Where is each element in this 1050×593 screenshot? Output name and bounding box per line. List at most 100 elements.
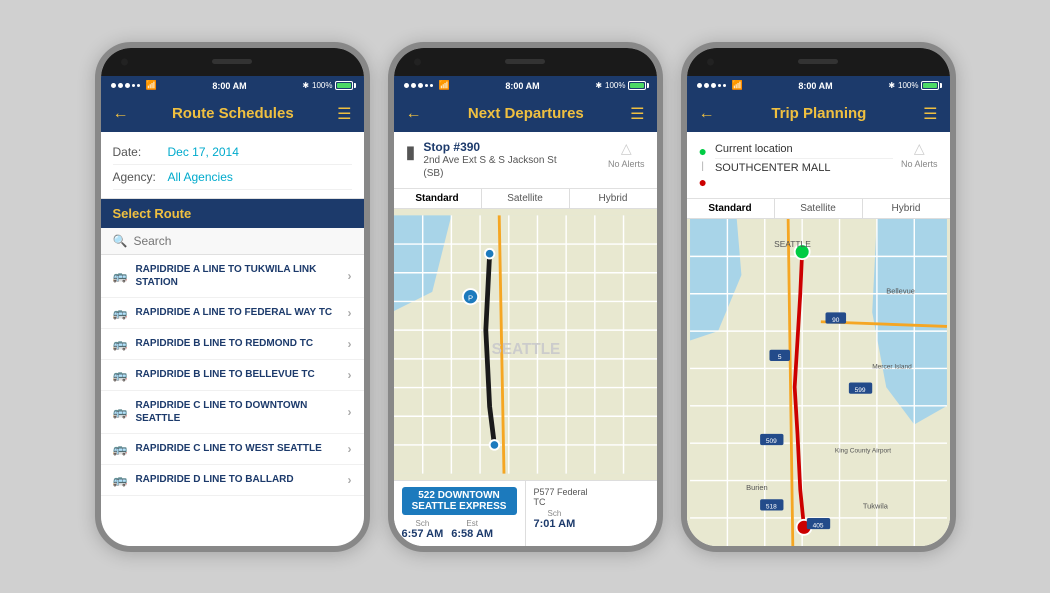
signal-dot: [697, 83, 702, 88]
origin-row[interactable]: Current location: [715, 140, 893, 159]
signal-dots: 📶: [111, 80, 157, 91]
dep-estimated: Est 6:58 AM: [451, 519, 493, 540]
map-tabs-3: Standard Satellite Hybrid: [687, 199, 950, 219]
map-tab-satellite[interactable]: Satellite: [482, 189, 570, 208]
route-text: RAPIDRIDE A LINE TO TUKWILA LINK STATION: [135, 263, 347, 289]
svg-text:405: 405: [812, 522, 823, 529]
location-pins: ● | ●: [699, 143, 707, 190]
signal-dot: [404, 83, 409, 88]
svg-text:SEATTLE: SEATTLE: [774, 239, 811, 249]
sch-label: Sch: [402, 519, 444, 528]
bluetooth-icon-2: ✱: [595, 81, 602, 90]
camera: [121, 58, 128, 65]
departure-footer: 522 DOWNTOWNSEATTLE EXPRESS Sch 6:57 AM …: [394, 480, 657, 546]
status-bar-3: 📶 8:00 AM ✱ 100%: [687, 76, 950, 96]
form-section: Date: Dec 17, 2014 Agency: All Agencies: [101, 132, 364, 199]
phone-next-departures: 📶 8:00 AM ✱ 100% ← Next Departures ☰ ▮ S…: [388, 42, 663, 552]
chevron-icon: ›: [348, 306, 352, 320]
nav-title-1: Route Schedules: [129, 105, 338, 122]
back-button-3[interactable]: ←: [699, 105, 715, 123]
phone-top-2: [394, 48, 657, 76]
no-alerts-badge-3: △ No Alerts: [901, 140, 938, 169]
list-item[interactable]: 🚌 RAPIDRIDE A LINE TO FEDERAL WAY TC ›: [101, 298, 364, 329]
chevron-icon: ›: [348, 337, 352, 351]
back-button[interactable]: ←: [113, 105, 129, 123]
chevron-icon: ›: [348, 368, 352, 382]
bus-icon: 🚌: [113, 405, 128, 419]
signal-dot: [418, 83, 423, 88]
wifi-icon-2: 📶: [439, 80, 450, 91]
bluetooth-icon-3: ✱: [888, 81, 895, 90]
map-tabs-2: Standard Satellite Hybrid: [394, 189, 657, 209]
menu-button-1[interactable]: ☰: [337, 104, 351, 124]
sch-time: 6:57 AM: [402, 528, 444, 540]
bus-icon: 🚌: [113, 337, 128, 351]
phone-route-schedules: 📶 8:00 AM ✱ 100% ← Route Schedules ☰ Dat…: [95, 42, 370, 552]
svg-text:Tukwila: Tukwila: [862, 501, 888, 510]
map-tab-hybrid-3[interactable]: Hybrid: [863, 199, 950, 218]
list-item[interactable]: 🚌 RAPIDRIDE B LINE TO BELLEVUE TC ›: [101, 360, 364, 391]
bluetooth-icon: ✱: [302, 81, 309, 90]
svg-text:Bellevue: Bellevue: [886, 286, 915, 295]
destination-row[interactable]: SOUTHCENTER MALL: [715, 159, 893, 177]
svg-text:P: P: [467, 293, 472, 302]
sch-label-2: Sch: [534, 509, 576, 518]
nav-bar-2: ← Next Departures ☰: [394, 96, 657, 132]
svg-text:Mercer Island: Mercer Island: [872, 363, 912, 370]
battery-icon: [335, 81, 353, 90]
list-item[interactable]: 🚌 RAPIDRIDE C LINE TO DOWNTOWN SEATTLE ›: [101, 391, 364, 434]
back-button-2[interactable]: ←: [406, 105, 422, 123]
map-display-2[interactable]: SEATTLE P: [394, 209, 657, 480]
route-text: RAPIDRIDE D LINE TO BALLARD: [135, 473, 293, 486]
list-item[interactable]: 🚌 RAPIDRIDE B LINE TO REDMOND TC ›: [101, 329, 364, 360]
agency-label: Agency:: [113, 170, 168, 184]
list-item[interactable]: 🚌 RAPIDRIDE A LINE TO TUKWILA LINK STATI…: [101, 255, 364, 298]
status-time-3: 8:00 AM: [798, 81, 832, 91]
search-input[interactable]: [133, 234, 351, 248]
nav-title-3: Trip Planning: [715, 105, 924, 122]
stop-details: Stop #390 2nd Ave Ext S & S Jackson St(S…: [423, 140, 600, 180]
battery-percent: 100%: [312, 81, 332, 90]
stop-number: Stop #390: [423, 140, 600, 154]
route-text: RAPIDRIDE B LINE TO BELLEVUE TC: [135, 368, 314, 381]
map-display-3[interactable]: SEATTLE Bellevue Mercer Island Burien Ki…: [687, 219, 950, 546]
status-time-2: 8:00 AM: [505, 81, 539, 91]
menu-button-2[interactable]: ☰: [630, 104, 644, 124]
svg-text:518: 518: [765, 503, 776, 510]
map-svg-3: SEATTLE Bellevue Mercer Island Burien Ki…: [687, 219, 950, 546]
date-value[interactable]: Dec 17, 2014: [168, 145, 239, 159]
list-item[interactable]: 🚌 RAPIDRIDE D LINE TO BALLARD ›: [101, 465, 364, 496]
chevron-icon: ›: [348, 473, 352, 487]
map-tab-standard[interactable]: Standard: [394, 189, 482, 208]
dep-times-1: Sch 6:57 AM Est 6:58 AM: [402, 519, 517, 540]
battery-percent-3: 100%: [898, 81, 918, 90]
stop-address: 2nd Ave Ext S & S Jackson St(SB): [423, 154, 600, 180]
signal-dot-1: [111, 83, 116, 88]
status-bar: 📶 8:00 AM ✱ 100%: [101, 76, 364, 96]
menu-button-3[interactable]: ☰: [923, 104, 937, 124]
signal-dot: [411, 83, 416, 88]
phone-top: [101, 48, 364, 76]
signal-dot-5: [137, 84, 140, 87]
map-tab-satellite-3[interactable]: Satellite: [775, 199, 863, 218]
svg-text:King County Airport: King County Airport: [834, 447, 890, 454]
nav-bar-3: ← Trip Planning ☰: [687, 96, 950, 132]
signal-dot: [430, 84, 433, 87]
svg-text:5: 5: [777, 354, 781, 361]
battery-percent-2: 100%: [605, 81, 625, 90]
battery-fill-3: [923, 83, 937, 88]
search-bar: 🔍: [101, 228, 364, 255]
departure-card-2: P577 FederalTC Sch 7:01 AM: [526, 481, 657, 546]
agency-value[interactable]: All Agencies: [168, 170, 233, 184]
chevron-icon: ›: [348, 405, 352, 419]
signal-dots-3: 📶: [697, 80, 743, 91]
chevron-icon: ›: [348, 442, 352, 456]
signal-dot: [704, 83, 709, 88]
svg-text:90: 90: [832, 316, 840, 323]
route-text: RAPIDRIDE C LINE TO DOWNTOWN SEATTLE: [135, 399, 347, 425]
map-tab-hybrid[interactable]: Hybrid: [570, 189, 657, 208]
svg-text:599: 599: [854, 386, 865, 393]
list-item[interactable]: 🚌 RAPIDRIDE C LINE TO WEST SEATTLE ›: [101, 434, 364, 465]
map-tab-standard-3[interactable]: Standard: [687, 199, 775, 218]
dep-scheduled-2: Sch 7:01 AM: [534, 509, 576, 530]
